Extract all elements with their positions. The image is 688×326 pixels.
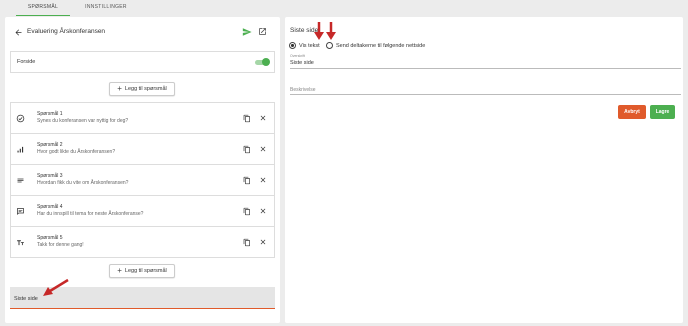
close-icon[interactable] <box>259 145 267 153</box>
question-row[interactable]: Spørsmål 1 Synes du konferansen var nytt… <box>11 103 274 134</box>
question-text: Synes du konferansen var nyttig for deg? <box>37 117 129 124</box>
radio-label: Vis tekst <box>299 42 320 49</box>
bar-chart-icon <box>17 146 24 153</box>
annotation-arrow-icon <box>326 22 336 40</box>
text-format-icon <box>17 240 24 246</box>
heading-field[interactable]: Overskrift Siste side <box>290 54 681 69</box>
plus-icon: + <box>117 84 122 93</box>
question-text: Har du innspill til tema for neste Årsko… <box>37 210 144 217</box>
tab-settings[interactable]: INNSTILLINGER <box>78 4 134 16</box>
last-page-editor: Siste side Vis tekst Send deltakerne til… <box>285 17 683 323</box>
question-title: Spørsmål 5 <box>37 235 63 241</box>
copy-icon[interactable] <box>243 176 251 185</box>
close-icon[interactable] <box>259 238 267 246</box>
plus-icon: + <box>117 266 122 275</box>
heading-field-value[interactable]: Siste side <box>290 60 314 66</box>
add-question-button[interactable]: + Legg til spørsmål <box>109 264 175 278</box>
radio-button-selected[interactable] <box>289 42 296 49</box>
question-text: Hvordan fikk du vite om Årskonferansen? <box>37 179 129 186</box>
cancel-button[interactable]: Avbryt <box>618 105 646 119</box>
close-icon[interactable] <box>259 176 267 184</box>
radio-label: Send deltakerne til følgende nettside <box>336 42 426 49</box>
close-icon[interactable] <box>259 114 267 122</box>
question-title: Spørsmål 3 <box>37 173 63 179</box>
question-title: Spørsmål 2 <box>37 142 63 148</box>
tab-bar: SPØRSMÅL INNSTILLINGER <box>0 0 688 16</box>
send-icon[interactable] <box>242 27 252 37</box>
front-page-label: Forside <box>17 59 36 65</box>
question-row[interactable]: Spørsmål 4 Har du innspill til tema for … <box>11 196 274 227</box>
heading-field-label: Overskrift <box>290 54 305 58</box>
copy-icon[interactable] <box>243 207 251 216</box>
copy-icon[interactable] <box>243 145 251 154</box>
add-question-label: Legg til spørsmål <box>124 86 167 92</box>
radio-button[interactable] <box>326 42 333 49</box>
check-circle-icon <box>16 114 25 123</box>
back-arrow-icon[interactable] <box>14 28 23 37</box>
copy-icon[interactable] <box>243 114 251 123</box>
add-question-label: Legg til spørsmål <box>124 268 167 274</box>
survey-title: Evaluering Årskonferansen <box>27 28 106 35</box>
question-row[interactable]: Spørsmål 5 Takk for denne gang! <box>11 227 274 258</box>
open-external-icon[interactable] <box>258 27 267 36</box>
last-page-label: Siste side <box>14 296 38 302</box>
question-text: Takk for denne gang! <box>37 241 84 248</box>
front-page-row[interactable]: Forside <box>10 51 275 73</box>
question-row[interactable]: Spørsmål 2 Hvor godt likte du Årskonfera… <box>11 134 274 165</box>
description-placeholder: Beskrivelse <box>290 87 316 93</box>
comment-icon <box>17 208 24 216</box>
front-page-toggle[interactable] <box>255 58 270 66</box>
question-title: Spørsmål 1 <box>37 111 63 117</box>
question-list: Spørsmål 1 Synes du konferansen var nytt… <box>10 102 275 258</box>
copy-icon[interactable] <box>243 238 251 247</box>
question-row[interactable]: Spørsmål 3 Hvordan fikk du vite om Årsko… <box>11 165 274 196</box>
question-title: Spørsmål 4 <box>37 204 63 210</box>
description-field[interactable]: Beskrivelse <box>290 84 681 95</box>
radio-show-text[interactable]: Vis tekst <box>289 42 320 49</box>
annotation-arrow-icon <box>314 22 324 40</box>
save-button[interactable]: Lagre <box>650 105 675 119</box>
close-icon[interactable] <box>259 207 267 215</box>
survey-header: Evaluering Årskonferansen <box>5 17 280 47</box>
annotation-arrow-icon <box>43 278 69 296</box>
list-lines-icon <box>17 178 24 183</box>
radio-redirect-url[interactable]: Send deltakerne til følgende nettside <box>326 42 425 49</box>
add-question-button[interactable]: + Legg til spørsmål <box>109 82 175 96</box>
tab-questions[interactable]: SPØRSMÅL <box>16 4 70 16</box>
question-text: Hvor godt likte du Årskonferansen? <box>37 148 116 155</box>
